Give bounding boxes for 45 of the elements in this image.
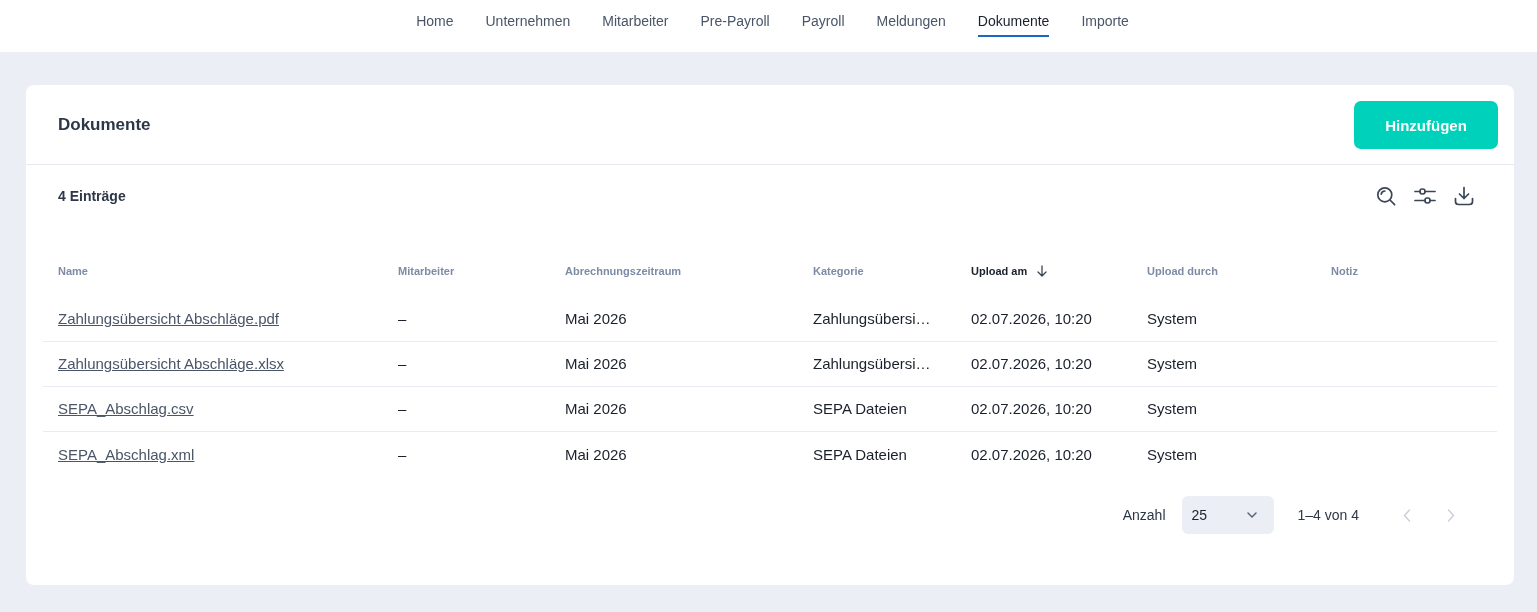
table-cell: System <box>1147 445 1197 463</box>
entry-count: 4 Einträge <box>58 187 126 204</box>
table-cell: System <box>1147 400 1197 417</box>
file-link[interactable]: Zahlungsübersicht Abschläge.pdf <box>58 310 279 327</box>
file-link[interactable]: Zahlungsübersicht Abschläge.xlsx <box>58 355 284 372</box>
table-cell: 02.07.2026, 10:20 <box>971 310 1092 327</box>
column-header[interactable]: Upload am <box>971 265 1048 277</box>
table-cell: System <box>1147 310 1197 327</box>
nav-tab[interactable]: Importe <box>1081 0 1129 37</box>
table-cell: – <box>398 445 407 463</box>
table-cell: 02.07.2026, 10:20 <box>971 355 1092 372</box>
table-cell: SEPA Dateien <box>813 400 907 417</box>
nav-tab[interactable]: Unternehmen <box>485 0 571 37</box>
table-cell: Mai 2026 <box>565 355 627 372</box>
chevron-down-icon <box>1245 511 1258 519</box>
file-link[interactable]: SEPA_Abschlag.xml <box>58 445 195 463</box>
table-cell: Mai 2026 <box>565 310 627 327</box>
table-cell: – <box>398 355 407 372</box>
table-cell: Zahlungsübersi… <box>813 310 931 327</box>
nav-tab[interactable]: Meldungen <box>876 0 946 37</box>
table-cell: Zahlungsübersi… <box>813 355 931 372</box>
table-cell: 02.07.2026, 10:20 <box>971 400 1092 417</box>
sliders-icon[interactable] <box>1414 185 1436 206</box>
page-size-label: Anzahl <box>1122 507 1166 523</box>
search-icon[interactable] <box>1376 185 1396 206</box>
table-cell: System <box>1147 355 1197 372</box>
file-link[interactable]: SEPA_Abschlag.csv <box>58 400 194 417</box>
nav-tab[interactable]: Payroll <box>801 0 845 37</box>
table-cell: SEPA Dateien <box>813 445 907 463</box>
table-cell: – <box>398 310 407 327</box>
nav-tab[interactable]: Mitarbeiter <box>602 0 669 37</box>
sort-arrow-icon <box>1037 265 1048 277</box>
card-title: Dokumente <box>58 114 151 135</box>
table-cell: Mai 2026 <box>565 445 627 463</box>
page-range: 1–4 von 4 <box>1297 507 1359 523</box>
column-header[interactable]: Kategorie <box>813 265 864 277</box>
table-cell: – <box>398 400 407 417</box>
page-size-select[interactable]: 25 <box>1181 496 1274 534</box>
nav-tab[interactable]: Pre-Payroll <box>700 0 770 37</box>
nav-tab[interactable]: Home <box>416 0 454 37</box>
table-cell: 02.07.2026, 10:20 <box>971 445 1092 463</box>
column-header[interactable]: Abrechnungszeitraum <box>565 265 682 277</box>
nav-tab[interactable]: Dokumente <box>977 0 1050 37</box>
download-icon[interactable] <box>1454 185 1474 206</box>
table-cell: Mai 2026 <box>565 400 627 417</box>
